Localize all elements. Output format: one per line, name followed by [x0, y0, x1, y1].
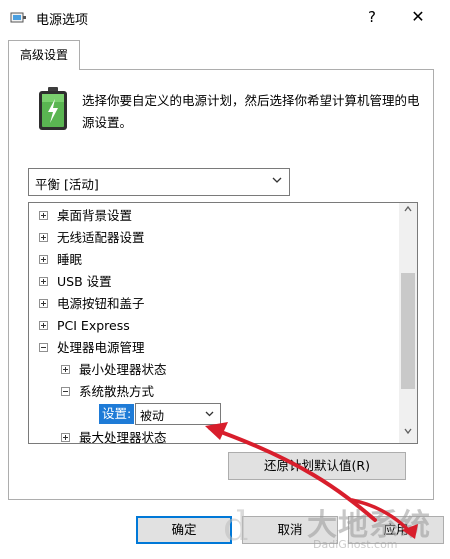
settings-tree[interactable]: 桌面背景设置 无线适配器设置 睡眠 USB 设置 电源按钮和盖子 PCI Exp… [28, 202, 418, 444]
scroll-up-icon[interactable] [399, 203, 417, 221]
title-bar: 电源选项 ? ✕ [0, 0, 450, 36]
expand-icon[interactable] [39, 255, 48, 264]
window-title: 电源选项 [36, 13, 89, 28]
expand-icon[interactable] [39, 299, 48, 308]
help-button[interactable]: ? [362, 6, 382, 28]
scroll-thumb[interactable] [401, 273, 415, 389]
cooling-policy-select[interactable]: 被动 [135, 403, 221, 425]
collapse-icon[interactable] [39, 343, 48, 352]
battery-icon [36, 86, 70, 132]
cooling-policy-value: 被动 [140, 409, 165, 423]
watermark: d 大地系统 DadiGhost.com [223, 498, 450, 559]
close-button[interactable]: ✕ [400, 4, 436, 30]
watermark-letter: d [223, 504, 249, 550]
expand-icon[interactable] [39, 277, 48, 286]
description-text: 选择你要自定义的电源计划，然后选择你希望计算机管理的电源设置。 [82, 93, 420, 130]
vertical-scrollbar[interactable] [399, 203, 417, 443]
restore-defaults-button[interactable]: 还原计划默认值(R) [228, 452, 406, 480]
chevron-down-icon [271, 174, 283, 186]
watermark-sub: DadiGhost.com [313, 538, 398, 551]
expand-icon[interactable] [61, 365, 70, 374]
ok-button[interactable]: 确定 [136, 516, 232, 544]
expand-icon[interactable] [39, 321, 48, 330]
collapse-icon[interactable] [61, 387, 70, 396]
setting-label: 设置: [99, 404, 135, 424]
tab-advanced-settings[interactable]: 高级设置 [8, 40, 80, 70]
expand-icon[interactable] [61, 433, 70, 442]
expand-icon[interactable] [39, 233, 48, 242]
chevron-down-icon [204, 408, 215, 419]
scroll-down-icon[interactable] [399, 425, 417, 443]
power-plan-value: 平衡 [活动] [35, 177, 99, 192]
expand-icon[interactable] [39, 211, 48, 220]
power-options-icon [10, 10, 28, 26]
power-plan-select[interactable]: 平衡 [活动] [28, 168, 290, 196]
